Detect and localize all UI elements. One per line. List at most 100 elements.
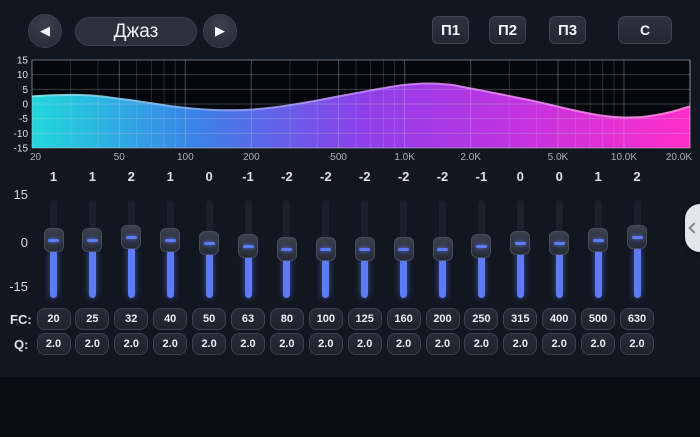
fc-button[interactable]: 400 bbox=[542, 308, 576, 330]
band-slider-thumb[interactable] bbox=[44, 228, 64, 252]
band-slider-fill[interactable] bbox=[634, 246, 641, 298]
band-slider-fill[interactable] bbox=[283, 258, 290, 298]
band-slider-fill[interactable] bbox=[400, 258, 407, 298]
fc-button[interactable]: 315 bbox=[503, 308, 537, 330]
svg-text:-10: -10 bbox=[14, 129, 29, 140]
band-slider-thumb[interactable] bbox=[355, 237, 375, 261]
fc-button[interactable]: 200 bbox=[426, 308, 460, 330]
drawer-handle[interactable] bbox=[685, 204, 700, 252]
slider-scale-zero: 0 bbox=[2, 236, 28, 250]
fc-button[interactable]: 32 bbox=[114, 308, 148, 330]
band-slider-thumb[interactable] bbox=[277, 237, 297, 261]
q-button[interactable]: 2.0 bbox=[192, 333, 226, 355]
svg-text:200: 200 bbox=[243, 152, 260, 163]
band-slider-fill[interactable] bbox=[89, 249, 96, 298]
thumb-line bbox=[48, 239, 59, 242]
fc-button[interactable]: 125 bbox=[348, 308, 382, 330]
band-slider-thumb[interactable] bbox=[121, 225, 141, 249]
band-slider-fill[interactable] bbox=[439, 258, 446, 298]
eq-curve-line bbox=[32, 83, 690, 117]
band-gain-value: 1 bbox=[73, 168, 112, 186]
band-slider-thumb[interactable] bbox=[433, 237, 453, 261]
band-slider-fill[interactable] bbox=[128, 246, 135, 298]
svg-text:20.0K: 20.0K bbox=[666, 152, 692, 163]
next-preset-button[interactable]: ▶ bbox=[203, 14, 237, 48]
band-gain-value: -2 bbox=[423, 168, 462, 186]
eq-band-40hz: 1 40 2.0 bbox=[151, 166, 190, 362]
band-slider-thumb[interactable] bbox=[627, 225, 647, 249]
fc-button[interactable]: 50 bbox=[192, 308, 226, 330]
eq-band-125hz: -2 125 2.0 bbox=[345, 166, 384, 362]
eq-band-160hz: -21602.0 bbox=[384, 166, 423, 362]
q-button[interactable]: 2.0 bbox=[542, 333, 576, 355]
q-button[interactable]: 2.0 bbox=[620, 333, 654, 355]
band-slider-fill[interactable] bbox=[322, 258, 329, 298]
thumb-line bbox=[359, 248, 370, 251]
svg-text:1.0K: 1.0K bbox=[394, 152, 415, 163]
q-button[interactable]: 2.0 bbox=[75, 333, 109, 355]
fc-button[interactable]: 80 bbox=[270, 308, 304, 330]
y-axis-labels: 151050-5-10-15 bbox=[14, 56, 29, 155]
eq-band-200hz: -2 200 2.0 bbox=[423, 166, 462, 362]
band-slider-thumb[interactable] bbox=[82, 228, 102, 252]
preset-memory-button-2[interactable]: П2 bbox=[489, 16, 526, 44]
eq-band-400hz: 04002.0 bbox=[540, 166, 579, 362]
band-slider-fill[interactable] bbox=[556, 252, 563, 298]
band-slider-fill[interactable] bbox=[361, 258, 368, 298]
band-gain-value: 1 bbox=[151, 168, 190, 186]
band-slider-thumb[interactable] bbox=[510, 231, 530, 255]
q-button[interactable]: 2.0 bbox=[348, 333, 382, 355]
band-gain-value: -2 bbox=[345, 168, 384, 186]
eq-band-80hz: -2802.0 bbox=[267, 166, 306, 362]
band-slider-thumb[interactable] bbox=[471, 234, 491, 258]
q-button[interactable]: 2.0 bbox=[581, 333, 615, 355]
fc-button[interactable]: 25 bbox=[75, 308, 109, 330]
preset-memory-button-1[interactable]: П1 bbox=[432, 16, 469, 44]
band-slider-fill[interactable] bbox=[517, 252, 524, 298]
preset-display[interactable]: Джаз bbox=[75, 17, 197, 46]
band-slider-thumb[interactable] bbox=[316, 237, 336, 261]
fc-row-label: FC: bbox=[10, 312, 32, 327]
band-slider-thumb[interactable] bbox=[394, 237, 414, 261]
bottom-bar: ЭквалайзерЗадержкиВыходыЧастота bbox=[0, 377, 700, 437]
band-slider-thumb[interactable] bbox=[199, 231, 219, 255]
fc-button[interactable]: 63 bbox=[231, 308, 265, 330]
preset-name: Джаз bbox=[114, 21, 159, 43]
q-button[interactable]: 2.0 bbox=[503, 333, 537, 355]
q-button[interactable]: 2.0 bbox=[309, 333, 343, 355]
band-slider-fill[interactable] bbox=[167, 249, 174, 298]
x-axis-labels: 20501002005001.0K2.0K5.0K10.0K20.0K bbox=[30, 152, 692, 163]
q-button[interactable]: 2.0 bbox=[387, 333, 421, 355]
q-button[interactable]: 2.0 bbox=[464, 333, 498, 355]
band-slider-fill[interactable] bbox=[50, 249, 57, 298]
band-slider-thumb[interactable] bbox=[588, 228, 608, 252]
band-slider-thumb[interactable] bbox=[549, 231, 569, 255]
band-slider-fill[interactable] bbox=[206, 252, 213, 298]
fc-button[interactable]: 250 bbox=[464, 308, 498, 330]
fc-button[interactable]: 100 bbox=[309, 308, 343, 330]
svg-text:10.0K: 10.0K bbox=[611, 152, 637, 163]
preset-memory-button-3[interactable]: П3 bbox=[549, 16, 586, 44]
fc-button[interactable]: 160 bbox=[387, 308, 421, 330]
q-button[interactable]: 2.0 bbox=[114, 333, 148, 355]
plot-grid bbox=[32, 60, 690, 148]
q-button[interactable]: 2.0 bbox=[37, 333, 71, 355]
band-slider-thumb[interactable] bbox=[160, 228, 180, 252]
band-slider-thumb[interactable] bbox=[238, 234, 258, 258]
fc-button[interactable]: 500 bbox=[581, 308, 615, 330]
prev-preset-button[interactable]: ◀ bbox=[28, 14, 62, 48]
q-button[interactable]: 2.0 bbox=[270, 333, 304, 355]
band-slider-fill[interactable] bbox=[478, 255, 485, 298]
reset-button[interactable]: C bbox=[618, 16, 672, 44]
fc-button[interactable]: 40 bbox=[153, 308, 187, 330]
fc-button[interactable]: 630 bbox=[620, 308, 654, 330]
q-button[interactable]: 2.0 bbox=[153, 333, 187, 355]
svg-text:15: 15 bbox=[17, 56, 29, 67]
q-button[interactable]: 2.0 bbox=[426, 333, 460, 355]
svg-text:5.0K: 5.0K bbox=[548, 152, 569, 163]
fc-button[interactable]: 20 bbox=[37, 308, 71, 330]
band-slider-fill[interactable] bbox=[595, 249, 602, 298]
band-slider-fill[interactable] bbox=[245, 255, 252, 298]
thumb-line bbox=[554, 242, 565, 245]
q-button[interactable]: 2.0 bbox=[231, 333, 265, 355]
